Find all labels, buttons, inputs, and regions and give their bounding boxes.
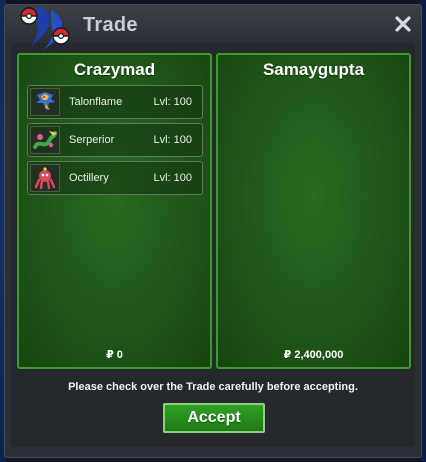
trade-window: Trade Crazymad Talonflame Lvl: 100 Serpe… — [4, 4, 422, 458]
player-name-left: Crazymad — [73, 60, 156, 79]
pokemon-slot[interactable]: Talonflame Lvl: 100 — [27, 85, 203, 119]
pokemon-name: Serperior — [69, 134, 115, 146]
serperior-sprite-icon — [30, 126, 60, 154]
pokemon-level: Lvl: 100 — [153, 172, 192, 184]
pokeball-logo-icon — [20, 6, 70, 50]
pokemon-level: Lvl: 100 — [153, 134, 192, 146]
pokemon-name: Talonflame — [69, 96, 123, 108]
player-name-right: Samaygupta — [262, 60, 365, 79]
trade-body: Crazymad Talonflame Lvl: 100 Serperior L… — [11, 43, 415, 447]
trade-panel-right: Samaygupta ₽ 2,400,000 — [216, 53, 411, 369]
trade-panel-left: Crazymad Talonflame Lvl: 100 Serperior L… — [17, 53, 212, 369]
money-offer-right: ₽ 2,400,000 — [283, 349, 344, 361]
pokemon-name: Octillery — [69, 172, 109, 184]
pokemon-slot[interactable]: Octillery Lvl: 100 — [27, 161, 203, 195]
talonflame-sprite-icon — [30, 88, 60, 116]
pokemon-slot[interactable]: Serperior Lvl: 100 — [27, 123, 203, 157]
close-icon — [395, 16, 411, 32]
close-button[interactable] — [393, 14, 413, 34]
octillery-sprite-icon — [30, 164, 60, 192]
window-title: Trade — [83, 14, 138, 36]
money-offer-left: ₽ 0 — [106, 349, 123, 361]
trade-notice: Please check over the Trade carefully be… — [68, 381, 358, 393]
accept-button[interactable]: Accept — [163, 403, 265, 433]
pokemon-level: Lvl: 100 — [153, 96, 192, 108]
